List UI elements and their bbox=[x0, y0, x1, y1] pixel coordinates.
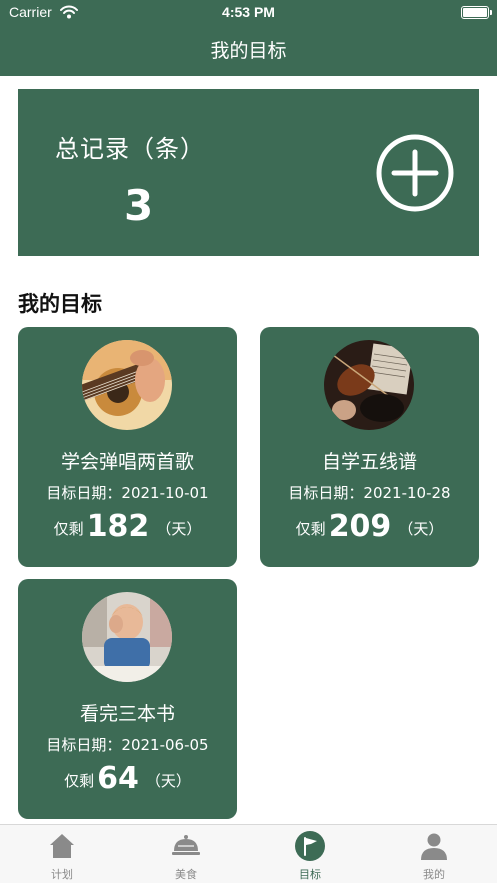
violin-sheet-music-photo bbox=[324, 340, 414, 430]
flag-icon bbox=[295, 831, 325, 861]
goal-date: 目标日期：2021-10-01 bbox=[46, 484, 209, 502]
section-title: 我的目标 bbox=[18, 292, 102, 316]
remaining-days: 64 bbox=[97, 761, 139, 796]
total-records-label: 总记录（条） bbox=[55, 135, 205, 163]
tab-bar: 计划 美食 目标 我的 bbox=[0, 824, 497, 883]
goal-remaining: 仅剩 209 （天） bbox=[295, 509, 444, 544]
cloche-icon bbox=[172, 835, 200, 855]
total-records-card: 总记录（条） 3 bbox=[18, 89, 479, 256]
tab-food[interactable]: 美食 bbox=[124, 825, 248, 883]
goal-remaining: 仅剩 182 （天） bbox=[53, 509, 202, 544]
page-title: 我的目标 bbox=[210, 40, 287, 62]
tab-label: 我的 bbox=[423, 868, 445, 881]
navigation-bar: 我的目标 bbox=[0, 26, 497, 76]
goal-card[interactable]: 看完三本书 目标日期：2021-06-05 仅剩 64 （天） bbox=[18, 579, 237, 819]
remaining-days: 209 bbox=[328, 509, 392, 544]
goal-remaining: 仅剩 64 （天） bbox=[64, 761, 191, 796]
tab-label: 目标 bbox=[299, 868, 321, 881]
tab-label: 计划 bbox=[51, 868, 73, 881]
guitar-photo bbox=[82, 340, 172, 430]
goal-card[interactable]: 学会弹唱两首歌 目标日期：2021-10-01 仅剩 182 （天） bbox=[18, 327, 237, 567]
goal-name: 自学五线谱 bbox=[321, 451, 417, 473]
person-icon bbox=[421, 833, 447, 860]
goal-card[interactable]: 自学五线谱 目标日期：2021-10-28 仅剩 209 （天） bbox=[260, 327, 479, 567]
child-studying-photo bbox=[82, 592, 172, 682]
status-time: 4:53 PM bbox=[222, 4, 275, 20]
goal-date: 目标日期：2021-06-05 bbox=[46, 736, 209, 754]
remaining-days: 182 bbox=[86, 509, 150, 544]
status-bar: Carrier 4:53 PM bbox=[0, 0, 497, 26]
tab-plan[interactable]: 计划 bbox=[0, 825, 124, 883]
goal-date: 目标日期：2021-10-28 bbox=[288, 484, 451, 502]
tab-label: 美食 bbox=[175, 868, 197, 881]
add-goal-button[interactable] bbox=[375, 133, 455, 213]
tab-mine[interactable]: 我的 bbox=[372, 825, 496, 883]
tab-goals[interactable]: 目标 bbox=[248, 825, 372, 883]
goal-name: 看完三本书 bbox=[79, 703, 175, 725]
total-records-count: 3 bbox=[124, 181, 154, 230]
home-icon bbox=[50, 834, 74, 858]
battery-icon bbox=[461, 6, 492, 19]
goal-name: 学会弹唱两首歌 bbox=[60, 451, 194, 473]
